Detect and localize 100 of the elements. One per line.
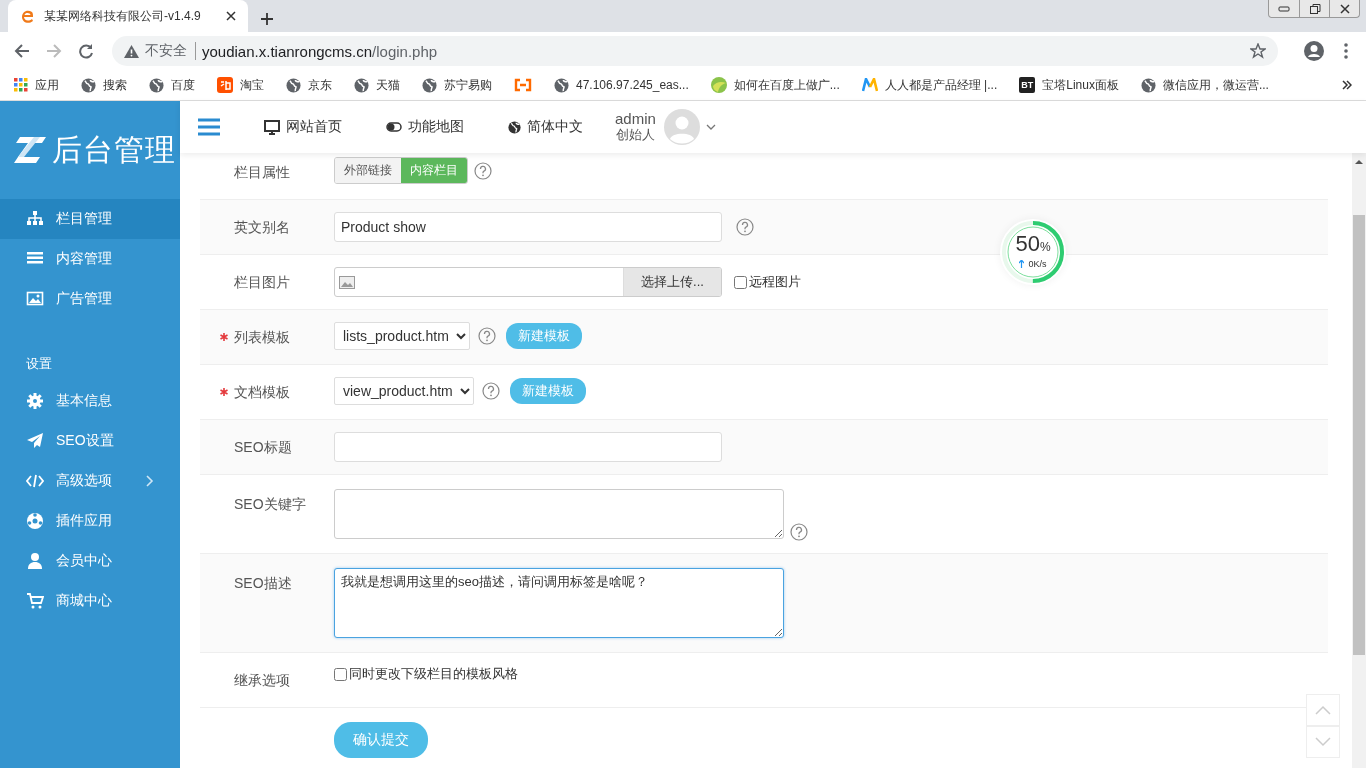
forward-arrow-icon (46, 43, 62, 59)
help-icon[interactable] (790, 523, 808, 541)
bookmark[interactable]: BT 宝塔Linux面板 (1019, 76, 1119, 94)
globe-icon (354, 77, 369, 93)
bookmark[interactable]: 苏宁易购 (422, 76, 492, 94)
bookmark[interactable]: 人人都是产品经理 |... (861, 76, 998, 94)
field-label: 文档模板 (234, 384, 290, 400)
chevron-down-icon (705, 124, 716, 130)
bookmark[interactable]: 淘宝 (217, 76, 264, 94)
close-icon[interactable] (226, 11, 236, 21)
logo-text: 后台管理 (52, 131, 176, 168)
bookmark[interactable]: 47.106.97.245_eas... (554, 77, 689, 93)
cart-icon (26, 592, 44, 610)
account-icon[interactable] (1304, 41, 1324, 61)
bookmark[interactable]: 如何在百度上做广... (710, 76, 840, 94)
section-title: 设置 (26, 355, 52, 373)
image-icon (26, 290, 44, 308)
security-label: 不安全 (145, 42, 187, 60)
checkbox-label: 远程图片 (749, 273, 801, 291)
address-bar[interactable]: 不安全 youdian.x.tianrongcms.cn/login.php (112, 36, 1278, 66)
globe-icon (554, 77, 569, 93)
user-icon (26, 552, 44, 570)
restore-icon (1308, 2, 1321, 15)
help-icon[interactable] (474, 161, 492, 180)
chevron-up-icon (1315, 705, 1331, 715)
field-label: SEO标题 (234, 439, 292, 455)
field-label: 栏目属性 (234, 164, 290, 180)
template-select[interactable]: view_product.htm (334, 377, 474, 405)
globe-icon (149, 77, 164, 93)
apps-grid-icon (14, 78, 28, 92)
template-select[interactable]: lists_product.htm (334, 322, 470, 350)
url-host: youdian.x.tianrongcms.cn (202, 42, 373, 60)
m-logo-icon (861, 78, 878, 92)
more-bookmarks-button[interactable] (1342, 80, 1352, 90)
checkbox[interactable] (734, 275, 747, 289)
text-field[interactable] (334, 432, 722, 462)
user-name: admin (615, 111, 656, 127)
help-icon[interactable] (736, 218, 754, 236)
monitor-icon (264, 119, 280, 135)
close-icon (1338, 2, 1351, 15)
code-icon (26, 472, 44, 490)
warning-icon (124, 44, 139, 58)
globe-icon (286, 77, 301, 93)
url-path: /login.php (372, 42, 438, 60)
help-icon[interactable] (478, 327, 496, 345)
field-label: 栏目图片 (234, 274, 290, 290)
globe-icon (1140, 77, 1156, 93)
bookmark[interactable]: 应用 (14, 76, 59, 94)
bookmark[interactable]: 百度 (149, 76, 195, 94)
globe-icon (508, 120, 521, 134)
minimize-icon (1278, 5, 1290, 12)
browser-tab[interactable]: 某某网络科技有限公司-v1.4.9 (8, 0, 248, 32)
sidebar-item[interactable]: 栏目管理 (0, 199, 180, 239)
bt-badge-icon: BT (1019, 77, 1036, 93)
field-label: SEO关键字 (234, 496, 306, 512)
avatar-icon (663, 109, 700, 145)
ball-icon (26, 512, 44, 530)
header-link[interactable]: 功能地图 (386, 118, 464, 136)
bookmark[interactable]: 搜索 (81, 76, 127, 94)
help-icon[interactable] (482, 382, 500, 400)
checkbox-label: 同时更改下级栏目的模板风格 (349, 665, 518, 683)
image-upload-field[interactable]: 选择上传... (334, 267, 722, 297)
header-link[interactable]: 网站首页 (264, 118, 342, 136)
sitemap-icon (26, 210, 44, 228)
e-logo-icon (20, 8, 36, 24)
paper-plane-icon (26, 432, 44, 450)
leaf-icon (710, 77, 727, 93)
menu-icon (198, 118, 220, 136)
field-label: SEO描述 (234, 575, 292, 591)
bookmark[interactable]: 京东 (286, 76, 332, 94)
field-label: 列表模板 (234, 329, 290, 345)
star-icon[interactable] (1250, 43, 1266, 59)
scroll-up-icon[interactable] (1355, 159, 1363, 165)
user-role: 创始人 (615, 127, 655, 143)
globe-icon (422, 77, 437, 93)
text-field[interactable]: Product show (334, 212, 722, 242)
scrollbar[interactable] (1352, 153, 1366, 768)
bookmark[interactable]: 天猫 (354, 76, 400, 94)
new-tab-button[interactable] (260, 12, 274, 26)
field-label: 英文别名 (234, 219, 290, 235)
checkbox[interactable] (334, 667, 347, 681)
globe-icon (81, 77, 96, 93)
header-link[interactable]: 简体中文 (508, 118, 583, 136)
chevron-down-icon (1315, 737, 1331, 747)
text-area[interactable]: 我就是想调用这里的seo描述，请问调用标签是啥呢？ (334, 568, 784, 638)
z-logo-icon (14, 137, 46, 163)
settings-icon (26, 392, 44, 410)
brackets-icon (514, 78, 532, 92)
segment-option[interactable]: 外部链接 (335, 158, 401, 183)
bookmark[interactable]: 微信应用，微运营... (1140, 76, 1269, 94)
shop-icon (217, 77, 233, 93)
menu-button[interactable] (198, 118, 220, 136)
image-icon (339, 276, 355, 289)
back-arrow-icon (14, 43, 30, 59)
menu-icon[interactable] (1344, 43, 1348, 59)
upload-button[interactable]: 选择上传... (623, 268, 721, 296)
reload-icon (78, 43, 94, 59)
plus-icon (260, 12, 274, 26)
field-label: 继承选项 (234, 672, 290, 688)
toggle-icon (386, 122, 402, 132)
